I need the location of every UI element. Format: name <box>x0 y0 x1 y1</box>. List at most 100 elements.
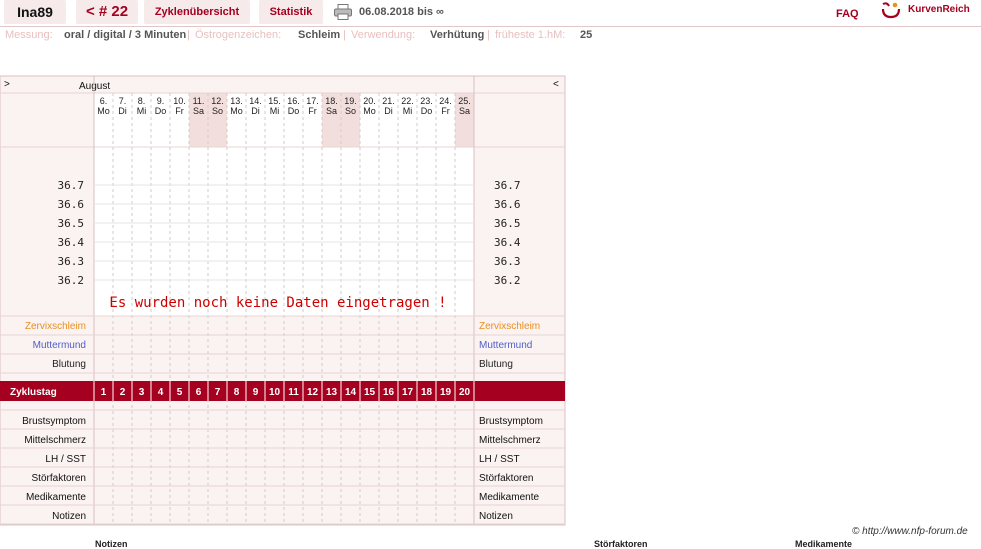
cycle-day-number: 18 <box>421 387 433 398</box>
temperature-label-right: 36.2 <box>494 274 521 287</box>
day-date-label: 17. <box>306 96 319 106</box>
row-label-left: LH / SST <box>45 454 86 465</box>
row-label-right: Medikamente <box>479 492 539 503</box>
day-weekday-label: Di <box>118 106 127 116</box>
temperature-label-left: 36.3 <box>58 255 85 268</box>
temperature-label-right: 36.3 <box>494 255 521 268</box>
row-label-left: Medikamente <box>26 492 86 503</box>
row-label-right: Brustsymptom <box>479 416 543 427</box>
row-label-right: Zervixschleim <box>479 321 540 332</box>
day-date-label: 23. <box>420 96 433 106</box>
cycle-day-number: 5 <box>177 387 183 398</box>
chart-prev-button[interactable]: < <box>553 79 559 90</box>
copyright-footer: © http://www.nfp-forum.de <box>852 526 968 537</box>
row-label-right: Mittelschmerz <box>479 435 541 446</box>
cycle-day-number: 3 <box>139 387 145 398</box>
day-date-label: 22. <box>401 96 414 106</box>
day-weekday-label: Mo <box>363 106 376 116</box>
day-date-label: 6. <box>100 96 108 106</box>
row-label-left: Notizen <box>52 511 86 522</box>
day-weekday-label: Mi <box>270 106 280 116</box>
day-date-label: 9. <box>157 96 165 106</box>
day-weekday-label: Mi <box>137 106 147 116</box>
cycle-day-number: 11 <box>288 387 299 398</box>
day-weekday-label: Mi <box>403 106 413 116</box>
temperature-label-right: 36.7 <box>494 179 521 192</box>
day-date-label: 15. <box>268 96 281 106</box>
temperature-label-right: 36.6 <box>494 198 521 211</box>
day-date-label: 21. <box>382 96 395 106</box>
cut-off-label-medication: Medikamente <box>795 539 853 549</box>
cycle-day-number: 15 <box>364 387 376 398</box>
day-weekday-label: Sa <box>326 106 337 116</box>
cycle-day-number: 9 <box>253 387 259 398</box>
no-data-message: Es wurden noch keine Daten eingetragen ! <box>109 295 446 311</box>
day-date-label: 13. <box>230 96 243 106</box>
cycle-day-number: 6 <box>196 387 202 398</box>
day-weekday-label: Do <box>288 106 300 116</box>
row-label-left: Muttermund <box>33 340 86 351</box>
row-label-right: Muttermund <box>479 340 532 351</box>
day-weekday-label: Fr <box>175 106 184 116</box>
temperature-label-left: 36.7 <box>58 179 85 192</box>
day-date-label: 19. <box>344 96 357 106</box>
cycle-day-number: 2 <box>120 387 126 398</box>
row-label-right: LH / SST <box>479 454 520 465</box>
row-label-left: Blutung <box>52 359 86 370</box>
day-weekday-label: Mo <box>230 106 243 116</box>
cycle-day-number: 1 <box>101 387 107 398</box>
temperature-label-right: 36.4 <box>494 236 521 249</box>
day-weekday-label: Do <box>155 106 167 116</box>
day-date-label: 7. <box>119 96 127 106</box>
temperature-label-left: 36.2 <box>58 274 85 287</box>
day-weekday-label: Do <box>421 106 433 116</box>
day-date-label: 8. <box>138 96 146 106</box>
row-label-left: Mittelschmerz <box>24 435 86 446</box>
chart-next-button[interactable]: > <box>4 79 10 90</box>
day-date-label: 12. <box>211 96 224 106</box>
day-weekday-label: So <box>212 106 223 116</box>
temperature-label-left: 36.5 <box>58 217 85 230</box>
cycle-day-number: 13 <box>326 387 338 398</box>
day-weekday-label: Sa <box>459 106 470 116</box>
cut-off-label-disturbances: Störfaktoren <box>594 539 648 549</box>
day-weekday-label: Di <box>384 106 393 116</box>
day-date-label: 11. <box>193 96 205 106</box>
cycle-day-number: 7 <box>215 387 221 398</box>
row-label-right: Blutung <box>479 359 513 370</box>
row-label-left: Störfaktoren <box>32 473 86 484</box>
temperature-label-left: 36.4 <box>58 236 85 249</box>
cycle-day-number: 4 <box>158 387 164 398</box>
cycle-day-bar <box>0 381 565 401</box>
cut-off-label-notes: Notizen <box>95 539 128 549</box>
cycle-day-number: 8 <box>234 387 240 398</box>
row-label-right: Störfaktoren <box>479 473 533 484</box>
day-weekday-label: Fr <box>441 106 450 116</box>
cycle-day-number: 20 <box>459 387 471 398</box>
cycle-day-number: 19 <box>440 387 452 398</box>
cycle-day-number: 12 <box>307 387 319 398</box>
month-label: August <box>79 81 110 92</box>
cycle-day-number: 10 <box>269 387 281 398</box>
row-label-left: Zervixschleim <box>25 321 86 332</box>
day-weekday-label: So <box>345 106 356 116</box>
day-weekday-label: Di <box>251 106 260 116</box>
day-date-label: 16. <box>287 96 300 106</box>
cycle-day-number: 16 <box>383 387 395 398</box>
day-weekday-label: Fr <box>308 106 317 116</box>
row-label-right: Notizen <box>479 511 513 522</box>
day-date-label: 14. <box>249 96 262 106</box>
cycle-chart: > <August6.Mo7.Di8.Mi9.Do10.Fr11.Sa12.So1… <box>0 75 566 526</box>
temperature-label-left: 36.6 <box>58 198 85 211</box>
cycle-day-label: Zyklustag <box>10 387 57 398</box>
day-date-label: 10. <box>173 96 186 106</box>
day-weekday-label: Mo <box>97 106 110 116</box>
cycle-day-number: 17 <box>402 387 414 398</box>
temperature-label-right: 36.5 <box>494 217 521 230</box>
day-date-label: 25. <box>458 96 471 106</box>
row-label-left: Brustsymptom <box>22 416 86 427</box>
cycle-day-number: 14 <box>345 387 357 398</box>
day-date-label: 24. <box>439 96 452 106</box>
day-weekday-label: Sa <box>193 106 204 116</box>
day-date-label: 18. <box>325 96 338 106</box>
